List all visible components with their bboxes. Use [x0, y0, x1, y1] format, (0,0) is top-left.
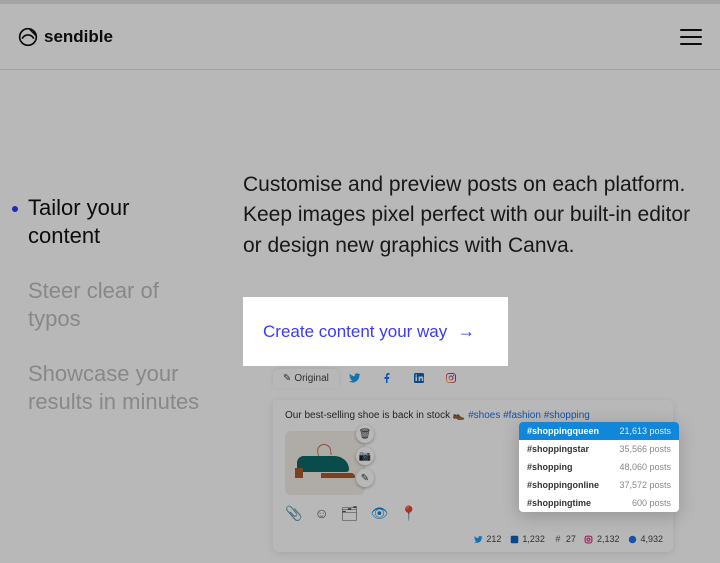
suggestion-count: 37,572 posts [619, 480, 671, 490]
suggestion-count: 35,566 posts [619, 444, 671, 454]
facebook-icon [627, 534, 637, 544]
composer-footer-stats: 212 1,232 # 27 2,132 [273, 530, 673, 552]
hamburger-line-icon [680, 43, 702, 45]
trash-icon: 🗑 [359, 429, 372, 440]
hashtag: #shoes [468, 410, 500, 421]
nav-tailor-content[interactable]: Tailor your content [28, 194, 203, 249]
post-text-input[interactable]: Our best-selling shoe is back in stock 👞… [285, 410, 661, 421]
image-delete-button[interactable]: 🗑 [356, 425, 374, 443]
suggestion-tag: #shoppingtime [527, 498, 591, 508]
image-camera-button[interactable]: 📷 [356, 447, 374, 465]
smile-icon: ☺ [314, 505, 328, 521]
hashtag: #shopping [544, 410, 590, 421]
suggestion-count: 21,613 posts [619, 426, 671, 436]
page: sendible Tailor your content Steer clear… [0, 0, 720, 563]
stat-facebook: 4,932 [627, 534, 663, 544]
menu-button[interactable] [680, 29, 702, 45]
linkedin-icon [509, 534, 519, 544]
nav-item-label: Steer clear of typos [28, 278, 159, 331]
suggestion-count: 600 posts [632, 498, 671, 508]
library-button[interactable]: 🗂 [341, 505, 359, 522]
pencil-icon: ✎ [283, 373, 291, 384]
twitter-icon [473, 534, 483, 544]
emoji-button[interactable]: ☺ [314, 505, 328, 522]
hashtag-suggestion[interactable]: #shoppingonline 37,572 posts [519, 476, 679, 494]
stat-value: 2,132 [597, 534, 620, 544]
top-bar: sendible [0, 0, 720, 70]
suggestion-tag: #shoppingqueen [527, 426, 599, 436]
post-composer: Our best-selling shoe is back in stock 👞… [273, 400, 673, 552]
tab-instagram[interactable] [435, 368, 467, 388]
shoe-illustration-icon [295, 448, 355, 478]
main-panel: Customise and preview posts on each plat… [243, 170, 692, 552]
stat-twitter: 212 [473, 534, 501, 544]
preview-button[interactable]: 👁 [371, 505, 389, 522]
stat-hashtag: # 27 [553, 534, 576, 544]
location-button[interactable]: 📍 [400, 505, 417, 522]
twitter-icon [349, 372, 361, 384]
brand-logo[interactable]: sendible [18, 27, 113, 47]
cta-label: Create content your way [263, 322, 447, 342]
linkedin-icon [413, 372, 425, 384]
suggestion-tag: #shopping [527, 462, 573, 472]
hashtag-suggestion[interactable]: #shoppingtime 600 posts [519, 494, 679, 512]
brand-name: sendible [44, 27, 113, 47]
suggestion-tag: #shoppingonline [527, 480, 599, 490]
hashtag-suggestion[interactable]: #shoppingstar 35,566 posts [519, 440, 679, 458]
tab-facebook[interactable] [371, 368, 403, 388]
post-text-content: Our best-selling shoe is back in stock 👞 [285, 410, 468, 421]
instagram-icon [584, 534, 594, 544]
tab-twitter[interactable] [339, 368, 371, 388]
paperclip-icon: 📎 [285, 505, 302, 521]
tab-linkedin[interactable] [403, 368, 435, 388]
tab-original[interactable]: ✎ Original [273, 369, 339, 388]
stat-value: 4,932 [640, 534, 663, 544]
feature-nav: Tailor your content Steer clear of typos… [28, 170, 203, 552]
stat-instagram: 2,132 [584, 534, 620, 544]
arrow-right-icon: → [457, 321, 475, 342]
stat-value: 1,232 [522, 534, 545, 544]
facebook-icon [381, 372, 393, 384]
pencil-icon: ✎ [361, 473, 369, 484]
suggestion-tag: #shoppingstar [527, 444, 589, 454]
create-content-link[interactable]: Create content your way → [263, 321, 475, 342]
nav-showcase-results[interactable]: Showcase your results in minutes [28, 360, 203, 415]
stat-value: 27 [566, 534, 576, 544]
hashtag-suggestions-panel: #shoppingqueen 21,613 posts #shoppingsta… [519, 422, 679, 512]
sendible-logo-icon [18, 27, 38, 47]
composer-body: Our best-selling shoe is back in stock 👞… [273, 400, 673, 530]
stat-value: 212 [486, 534, 501, 544]
cta-highlight-box: Create content your way → [243, 297, 508, 366]
nav-steer-clear-typos[interactable]: Steer clear of typos [28, 277, 203, 332]
location-pin-icon: 📍 [400, 505, 417, 521]
image-edit-button[interactable]: ✎ [356, 469, 374, 487]
suggestion-count: 48,060 posts [619, 462, 671, 472]
camera-icon: 📷 [359, 451, 371, 462]
content-area: Tailor your content Steer clear of typos… [0, 70, 720, 552]
attached-image[interactable]: 🗑 📷 ✎ [285, 431, 365, 495]
hashtag-icon: # [553, 534, 563, 544]
hamburger-line-icon [680, 29, 702, 31]
nav-item-label: Tailor your content [28, 195, 129, 248]
composer-tabs: ✎ Original [273, 366, 692, 388]
library-icon: 🗂 [341, 505, 359, 521]
hashtag-suggestion[interactable]: #shoppingqueen 21,613 posts [519, 422, 679, 440]
hashtag-suggestion[interactable]: #shopping 48,060 posts [519, 458, 679, 476]
eye-icon: 👁 [371, 505, 389, 521]
attach-button[interactable]: 📎 [285, 505, 302, 522]
stat-linkedin: 1,232 [509, 534, 545, 544]
feature-description: Customise and preview posts on each plat… [243, 170, 692, 261]
tab-label: Original [294, 373, 328, 384]
instagram-icon [445, 372, 457, 384]
nav-item-label: Showcase your results in minutes [28, 361, 199, 414]
hashtag: #fashion [503, 410, 541, 421]
hamburger-line-icon [680, 36, 702, 38]
